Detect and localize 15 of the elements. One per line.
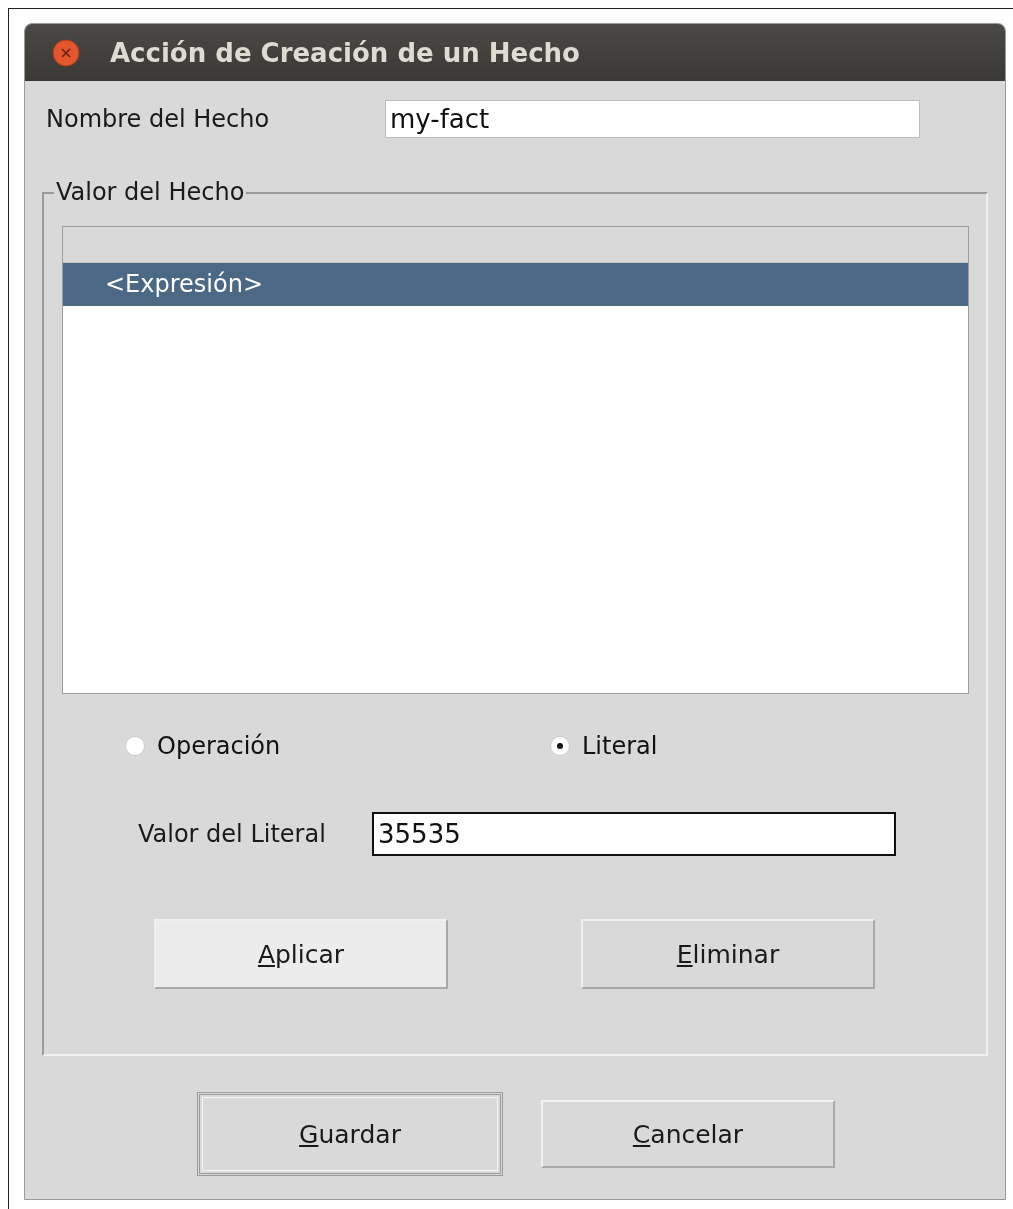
save-button[interactable]: Guardar <box>197 1092 503 1176</box>
tree-node[interactable]: <Expresión> <box>63 263 968 306</box>
radio-button[interactable] <box>125 736 145 756</box>
cancel-button[interactable]: Cancelar <box>541 1100 835 1168</box>
apply-button[interactable]: Aplicar <box>154 919 448 989</box>
fact-name-field[interactable]: my-fact <box>385 100 920 138</box>
radio-button[interactable] <box>550 736 570 756</box>
literal-value-label: Valor del Literal <box>138 820 327 848</box>
delete-button[interactable]: Eliminar <box>581 919 875 989</box>
fact-name-label: Nombre del Hecho <box>46 105 271 133</box>
radio-label[interactable]: Operación <box>157 732 281 760</box>
window-title: Acción de Creación de un Hecho <box>110 37 580 68</box>
literal-value-field[interactable]: 35535 <box>372 812 896 856</box>
close-icon[interactable] <box>52 38 80 67</box>
radio-label[interactable]: Literal <box>582 732 658 760</box>
